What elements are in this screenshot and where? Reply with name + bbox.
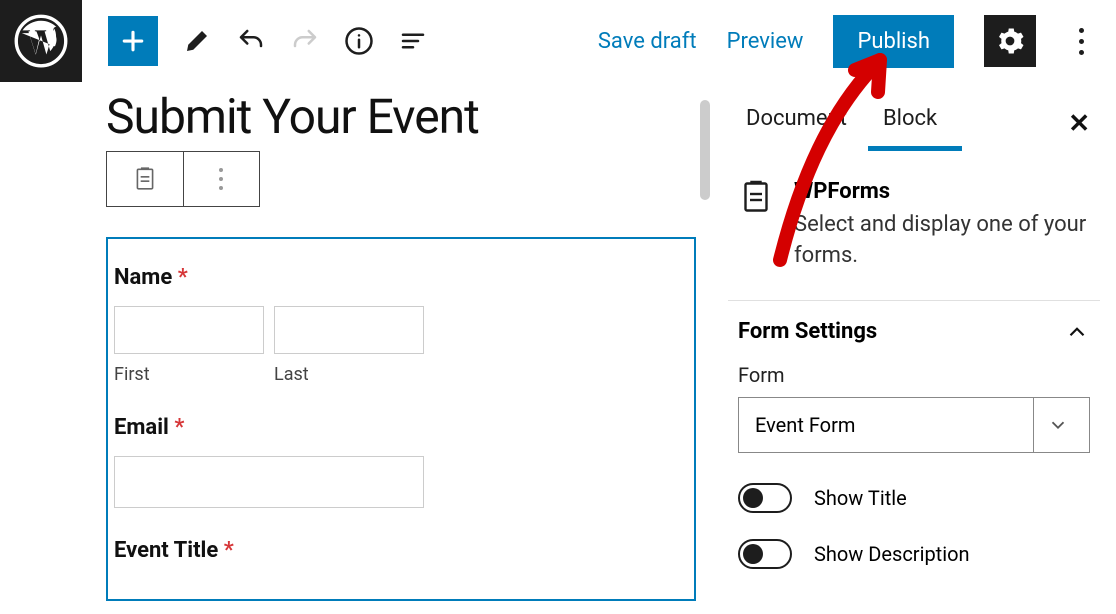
show-title-toggle[interactable]: Show Title	[738, 483, 1090, 513]
wordpress-icon	[14, 14, 68, 68]
email-input[interactable]	[114, 456, 424, 508]
form-settings-heading: Form Settings	[738, 319, 877, 344]
form-preview-block[interactable]: Name * First Last Email * Event Title *	[106, 237, 696, 601]
last-name-sublabel: Last	[274, 364, 424, 385]
last-name-input[interactable]	[274, 306, 424, 354]
outline-icon	[398, 26, 428, 56]
tab-document[interactable]: Document	[728, 96, 865, 151]
settings-button[interactable]	[984, 15, 1036, 67]
plus-icon	[118, 26, 148, 56]
form-select-label: Form	[738, 363, 1090, 387]
event-title-field: Event Title *	[114, 538, 688, 563]
sidebar-tabs: Document Block ✕	[728, 96, 1100, 151]
more-options-button[interactable]	[1066, 15, 1096, 67]
block-toolbar	[106, 151, 260, 207]
form-icon	[132, 166, 158, 192]
preview-button[interactable]: Preview	[727, 29, 804, 54]
undo-button[interactable]	[236, 26, 266, 56]
save-draft-button[interactable]: Save draft	[598, 29, 697, 54]
vertical-dots-icon	[219, 168, 223, 190]
sidebar: Document Block ✕ WPForms Select and disp…	[728, 96, 1100, 595]
block-info-panel: WPForms Select and display one of your f…	[728, 151, 1100, 301]
first-name-sublabel: First	[114, 364, 264, 385]
block-description: Select and display one of your forms.	[794, 210, 1090, 272]
tab-active-indicator	[868, 146, 962, 151]
block-type-button[interactable]	[107, 152, 184, 206]
wpforms-icon	[738, 179, 774, 215]
info-button[interactable]	[344, 26, 374, 56]
block-more-button[interactable]	[184, 152, 260, 206]
gear-icon	[995, 26, 1025, 56]
form-select-value: Event Form	[755, 413, 855, 437]
undo-icon	[236, 26, 266, 56]
show-description-label: Show Description	[814, 542, 970, 566]
info-icon	[344, 26, 374, 56]
publish-button[interactable]: Publish	[833, 15, 954, 68]
email-field: Email *	[114, 415, 688, 508]
email-label: Email *	[114, 415, 688, 440]
redo-icon	[290, 26, 320, 56]
redo-button[interactable]	[290, 26, 320, 56]
post-title[interactable]: Submit Your Event	[106, 88, 696, 145]
name-field: Name * First Last	[114, 265, 688, 385]
add-block-button[interactable]	[108, 16, 158, 66]
form-settings-toggle[interactable]: Form Settings	[728, 301, 1100, 363]
form-settings-body: Form Event Form Show Title Show Descript…	[728, 363, 1100, 569]
outline-button[interactable]	[398, 26, 428, 56]
tab-block[interactable]: Block	[865, 96, 955, 151]
pencil-icon	[182, 26, 212, 56]
editor-area: Submit Your Event Name * First Last E	[106, 88, 696, 601]
close-sidebar-button[interactable]: ✕	[1068, 109, 1100, 139]
first-name-input[interactable]	[114, 306, 264, 354]
scrollbar-thumb[interactable]	[700, 100, 710, 200]
block-name: WPForms	[794, 179, 1090, 204]
edit-mode-button[interactable]	[182, 26, 212, 56]
wordpress-logo[interactable]	[0, 0, 82, 82]
form-select[interactable]: Event Form	[738, 397, 1090, 453]
show-title-label: Show Title	[814, 486, 907, 510]
chevron-up-icon	[1064, 319, 1090, 345]
chevron-down-icon	[1047, 414, 1069, 436]
right-actions: Save draft Preview Publish	[598, 15, 1116, 68]
top-toolbar: Save draft Preview Publish	[0, 0, 1116, 82]
left-tools	[82, 16, 428, 66]
show-description-toggle[interactable]: Show Description	[738, 539, 1090, 569]
name-label: Name *	[114, 265, 688, 290]
event-title-label: Event Title *	[114, 538, 688, 563]
